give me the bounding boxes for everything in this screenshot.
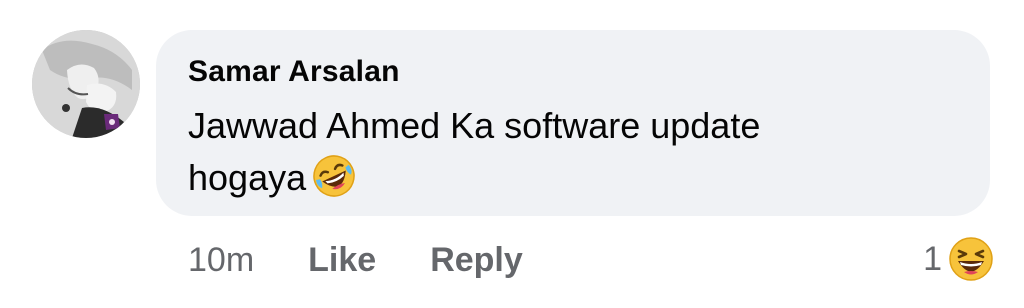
avatar-image [32, 30, 140, 138]
comment-actions: 10m Like Reply [188, 238, 523, 282]
comment: Samar Arsalan Jawwad Ahmed Ka software u… [0, 0, 1024, 308]
reaction-count: 1 [923, 239, 942, 278]
reaction-summary[interactable]: 1 [923, 234, 994, 284]
rolling-on-floor-laughing-emoji-icon [312, 154, 356, 198]
grinning-squinting-face-emoji-icon [948, 236, 994, 282]
like-button[interactable]: Like [308, 241, 376, 280]
comment-text-block: Jawwad Ahmed Ka software update hogaya [188, 100, 888, 204]
comment-timestamp[interactable]: 10m [188, 241, 254, 280]
comment-author[interactable]: Samar Arsalan [188, 52, 960, 92]
reply-button[interactable]: Reply [430, 241, 523, 280]
comment-bubble: Samar Arsalan Jawwad Ahmed Ka software u… [156, 30, 990, 216]
comment-text: Jawwad Ahmed Ka software update hogaya [188, 105, 761, 198]
avatar[interactable] [32, 30, 140, 138]
